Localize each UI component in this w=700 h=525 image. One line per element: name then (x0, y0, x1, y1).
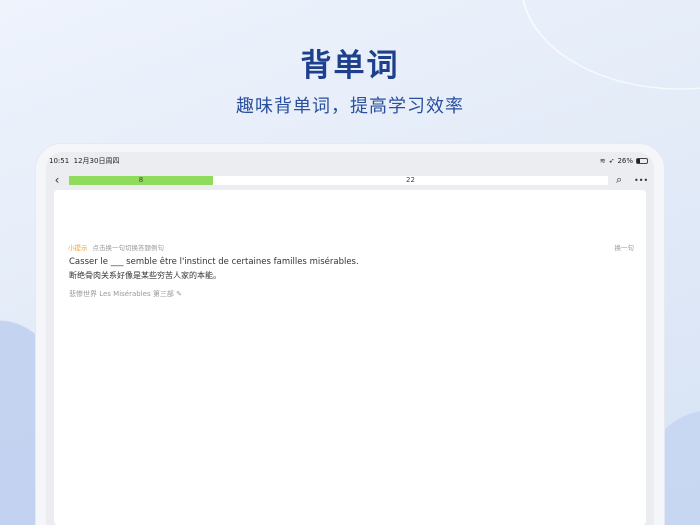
pencil-icon[interactable]: ✎ (176, 290, 182, 298)
location-icon: ➶ (608, 157, 615, 165)
source-text: 悲惨世界 Les Misérables 第三部 (69, 290, 174, 298)
wifi-icon: ≋ (599, 157, 606, 165)
progress-done: 8 (69, 175, 213, 185)
done-count: 8 (138, 176, 144, 184)
sentence-source: 悲惨世界 Les Misérables 第三部 ✎ (69, 289, 629, 299)
search-icon[interactable]: ⌕ (616, 173, 622, 187)
back-button[interactable]: ‹ (46, 173, 68, 187)
status-date: 12月30日周四 (73, 157, 120, 165)
example-card: 小提示 点击换一句切换答题例句 换一句 Casser le ___ semble … (54, 190, 646, 525)
status-time: 10:51 (49, 157, 70, 165)
status-bar: 10:51 12月30日周四 ≋ ➶ 26% (49, 154, 648, 168)
hint-text: 点击换一句切换答题例句 (92, 244, 165, 252)
tablet-frame: 10:51 12月30日周四 ≋ ➶ 26% ‹ 8 22 ⌕ ••• 小提示 点击换… (35, 143, 665, 525)
nav-bar: ‹ 8 22 ⌕ ••• (46, 172, 654, 188)
battery-percent: 26% (617, 157, 633, 165)
progress-bar: 8 22 (69, 175, 608, 185)
swap-sentence-button[interactable]: 换一句 (615, 242, 635, 252)
more-icon[interactable]: ••• (634, 176, 648, 185)
hint: 小提示 点击换一句切换答题例句 (68, 242, 164, 252)
page-subtitle: 趣味背单词，提高学习效率 (236, 96, 464, 117)
sentence-french: Casser le ___ semble être l'instinct de … (69, 257, 359, 267)
battery-icon (636, 158, 648, 164)
page-title: 背单词 (300, 48, 400, 84)
app-screen: 10:51 12月30日周四 ≋ ➶ 26% ‹ 8 22 ⌕ ••• 小提示 点击换… (46, 152, 654, 525)
hint-tag: 小提示 (68, 244, 88, 252)
sentence-chinese: 断绝骨肉关系好像是某些穷苦人家的本能。 (69, 271, 221, 280)
progress-remaining: 22 (213, 176, 608, 185)
remaining-count: 22 (406, 176, 415, 184)
